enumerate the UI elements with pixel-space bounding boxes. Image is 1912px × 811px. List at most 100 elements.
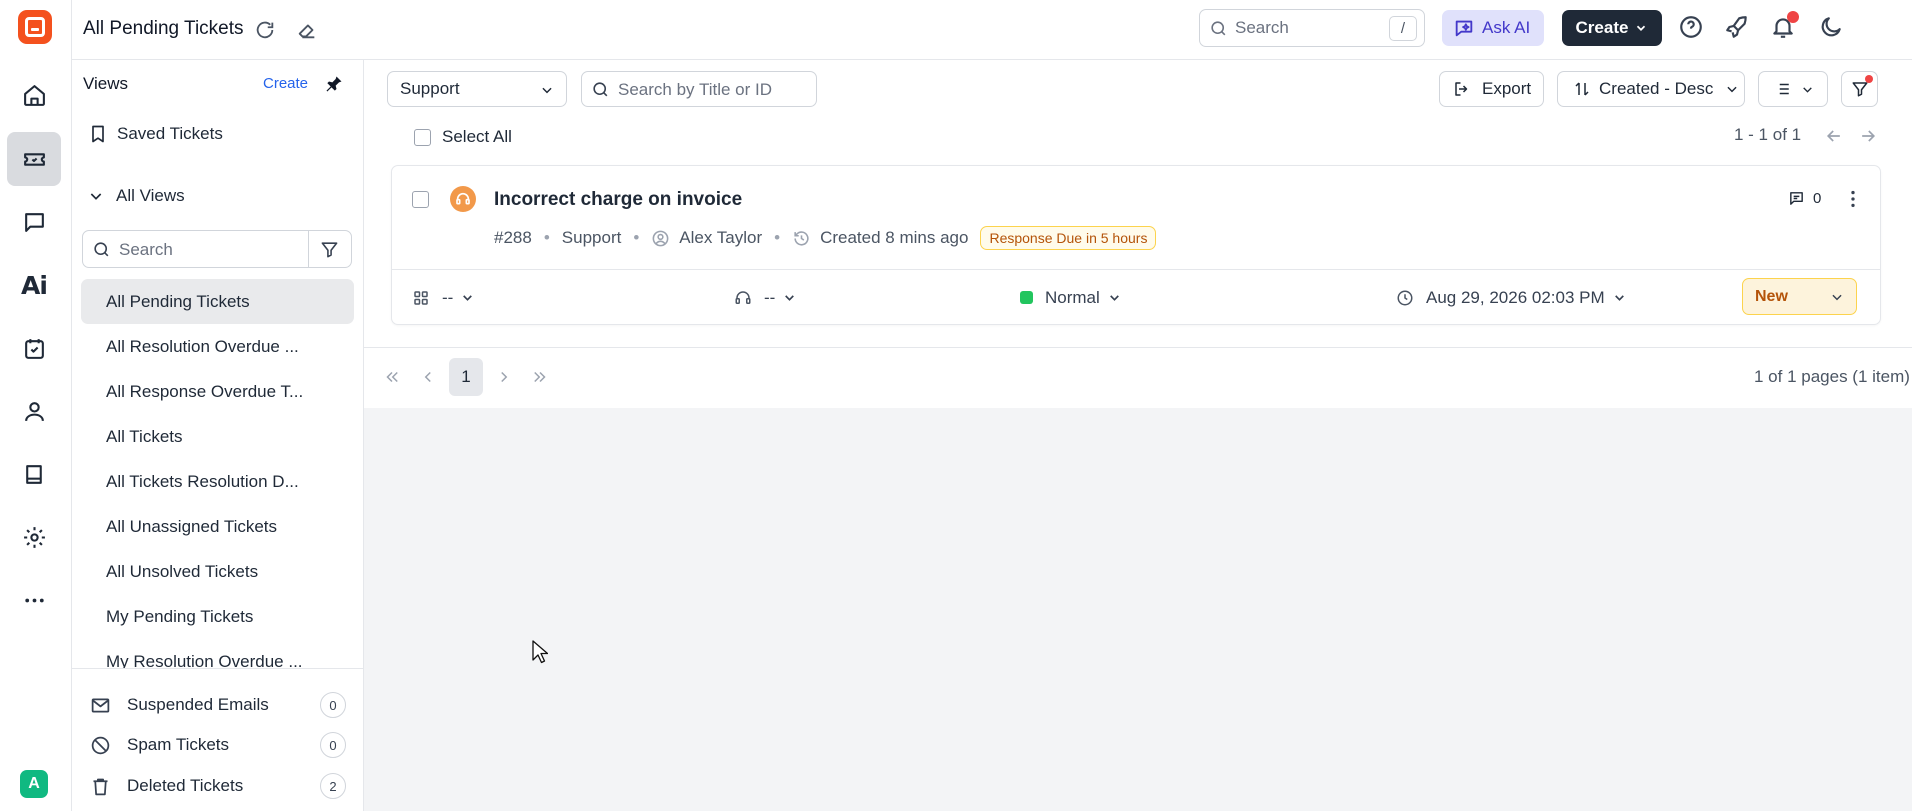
suspended-emails-link[interactable]: Suspended Emails 0 [90, 690, 346, 720]
workspace-logo[interactable]: A [20, 770, 48, 798]
app-root: Ai A All Pending Tickets / Ask A [0, 0, 1912, 811]
ticket-created: Created 8 mins ago [820, 228, 969, 247]
sort-button[interactable]: Created - Desc [1557, 71, 1745, 107]
comment-count[interactable]: 0 [1788, 190, 1821, 207]
view-item[interactable]: All Tickets [81, 414, 354, 459]
settings-icon[interactable] [7, 510, 61, 564]
deleted-tickets-link[interactable]: Deleted Tickets 2 [90, 771, 346, 801]
views-search [82, 230, 352, 268]
export-button[interactable]: Export [1439, 71, 1544, 107]
ask-ai-label: Ask AI [1482, 18, 1531, 37]
filter-icon [1852, 82, 1867, 97]
search-shortcut: / [1389, 16, 1417, 41]
view-item[interactable]: All Response Overdue T... [81, 369, 354, 414]
status-select[interactable]: New [1742, 278, 1857, 315]
view-item[interactable]: All Pending Tickets [81, 279, 354, 324]
agent-select[interactable]: -- [734, 269, 796, 326]
view-item[interactable]: All Tickets Resolution D... [81, 459, 354, 504]
select-all-checkbox[interactable] [414, 128, 431, 146]
moon-icon[interactable] [1818, 14, 1844, 40]
divider [364, 347, 1912, 348]
comment-icon [1790, 192, 1803, 205]
saved-tickets-link[interactable]: Saved Tickets [88, 124, 223, 144]
ticket-team: Support [561, 228, 622, 247]
due-date-select[interactable]: Aug 29, 2026 02:03 PM [1396, 269, 1626, 326]
ticket-search-input[interactable] [618, 78, 803, 101]
ticket-title[interactable]: Incorrect charge on invoice [494, 189, 742, 211]
ticket-id: #288 [494, 228, 532, 247]
arrow-left-icon[interactable] [1824, 126, 1844, 146]
filter-button[interactable] [1841, 71, 1878, 107]
chevron-down-icon [90, 193, 102, 200]
deleted-tickets-label: Deleted Tickets [127, 776, 244, 795]
eraser-icon[interactable] [296, 19, 318, 41]
user-circle-icon [652, 230, 669, 246]
help-icon[interactable] [1678, 14, 1704, 40]
count-badge: 0 [320, 732, 346, 758]
filter-icon[interactable] [320, 240, 339, 259]
arrow-right-icon[interactable] [1858, 126, 1878, 146]
view-item[interactable]: My Resolution Overdue ... [81, 639, 354, 670]
team-select[interactable]: Support [387, 71, 567, 107]
create-label: Create [1575, 18, 1629, 37]
ticket-card[interactable]: Incorrect charge on invoice #288 • Suppo… [391, 165, 1881, 325]
views-title: Views [83, 74, 129, 93]
global-search[interactable]: / [1199, 9, 1425, 47]
more-icon[interactable] [7, 573, 61, 627]
app-logo[interactable] [18, 10, 52, 44]
ticket-requester[interactable]: Alex Taylor [679, 228, 762, 248]
priority-select[interactable]: Normal [1020, 269, 1121, 326]
select-all[interactable]: Select All [414, 127, 512, 147]
view-item[interactable]: All Unsolved Tickets [81, 549, 354, 594]
spam-tickets-link[interactable]: Spam Tickets 0 [90, 730, 346, 760]
ticket-meta: #288 • Support • Alex Taylor • Created 8… [494, 226, 1157, 250]
page-button[interactable]: 1 [449, 358, 483, 396]
search-icon [94, 242, 109, 257]
prev-page-button[interactable] [411, 358, 445, 396]
more-vertical-icon[interactable] [1842, 188, 1864, 210]
ticket-checkbox[interactable] [412, 191, 429, 208]
first-page-button[interactable] [375, 358, 409, 396]
knowledge-base-icon[interactable] [7, 447, 61, 501]
view-item[interactable]: All Resolution Overdue ... [81, 324, 354, 369]
empty-area [364, 408, 1912, 811]
view-mode-button[interactable] [1758, 71, 1828, 107]
ticket-search [581, 71, 817, 107]
views-sidebar: Views Create Saved Tickets All Views All… [72, 60, 364, 811]
create-button[interactable]: Create [1562, 10, 1662, 46]
views-search-input[interactable] [119, 238, 259, 262]
filter-active-dot [1865, 75, 1873, 83]
divider [392, 269, 1880, 270]
view-item[interactable]: All Unassigned Tickets [81, 504, 354, 549]
comment-count-value: 0 [1813, 190, 1822, 207]
page-title: All Pending Tickets [83, 18, 244, 39]
top-bar: All Pending Tickets / Ask AI Create JS [72, 0, 1912, 60]
pagination-info: 1 of 1 pages (1 item) [1754, 367, 1910, 386]
chevron-down-icon [542, 87, 552, 94]
contacts-icon[interactable] [7, 384, 61, 438]
notification-dot [1787, 11, 1799, 23]
due-date-value: Aug 29, 2026 02:03 PM [1426, 287, 1605, 307]
agent-value: -- [764, 287, 776, 307]
ticket-list-panel: Support Export Created - Desc Select All [364, 60, 1912, 811]
view-item[interactable]: My Pending Tickets [81, 594, 354, 639]
home-icon[interactable] [7, 68, 61, 122]
global-search-input[interactable] [1235, 16, 1385, 40]
pin-icon[interactable] [324, 74, 344, 94]
chevrons-left-icon [386, 371, 398, 383]
tasks-icon[interactable] [7, 321, 61, 375]
group-select[interactable]: -- [412, 269, 474, 326]
chat-icon[interactable] [7, 195, 61, 249]
rocket-icon[interactable] [1724, 14, 1750, 40]
ai-icon[interactable]: Ai [7, 258, 61, 312]
list-icon [1776, 83, 1789, 95]
tickets-icon[interactable] [7, 132, 61, 186]
all-views-toggle[interactable]: All Views [88, 186, 185, 206]
next-page-button[interactable] [487, 358, 521, 396]
create-view-link[interactable]: Create [263, 75, 308, 92]
refresh-icon[interactable] [254, 19, 276, 41]
status-value: New [1755, 287, 1788, 305]
select-all-label: Select All [442, 127, 512, 146]
ask-ai-button[interactable]: Ask AI [1442, 10, 1544, 46]
last-page-button[interactable] [523, 358, 557, 396]
